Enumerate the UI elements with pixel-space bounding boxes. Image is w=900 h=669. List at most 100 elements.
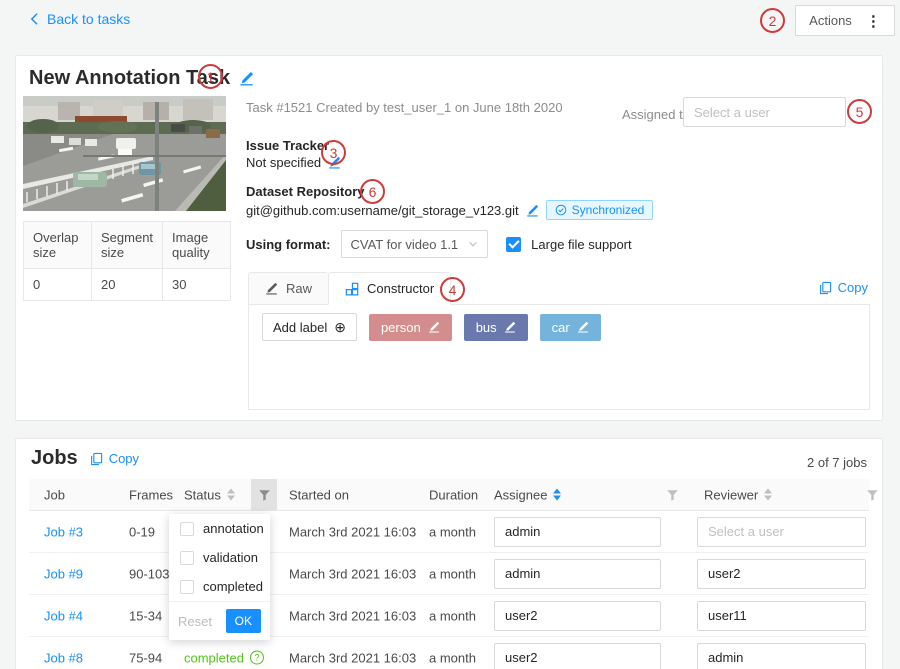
dataset-repository-label: Dataset Repository	[246, 184, 364, 199]
jobs-table: Job Frames Status Started on Duration As…	[29, 479, 869, 669]
task-meta: Task #1521 Created by test_user_1 on Jun…	[246, 100, 563, 115]
jobs-table-header: Job Frames Status Started on Duration As…	[29, 479, 869, 511]
status-filter-icon[interactable]	[251, 479, 277, 511]
started-cell: March 3rd 2021 16:03	[289, 608, 416, 623]
frames-cell: 15-34	[129, 608, 162, 623]
task-detail-card: New Annotation Task 1	[15, 55, 883, 421]
job-link[interactable]: Job #3	[44, 524, 83, 539]
sync-status-badge: Synchronized	[546, 200, 654, 220]
table-row: Job #8 75-94 completed ? March 3rd 2021 …	[29, 637, 869, 669]
checkbox-annotation[interactable]	[180, 522, 194, 536]
param-value-quality: 30	[163, 269, 231, 301]
back-to-tasks-link[interactable]: Back to tasks	[28, 11, 130, 27]
labels-copy-label: Copy	[838, 280, 868, 295]
tab-raw[interactable]: Raw	[248, 272, 328, 305]
param-header-overlap: Overlap size	[24, 222, 92, 269]
label-chip-bus-name: bus	[476, 320, 497, 335]
started-cell: March 3rd 2021 16:03	[289, 650, 416, 665]
assignee-input[interactable]	[494, 601, 661, 631]
status-cell: completed	[184, 650, 244, 665]
large-file-checkbox[interactable]	[506, 237, 521, 252]
using-format-label: Using format:	[246, 237, 331, 252]
checkbox-validation[interactable]	[180, 551, 194, 565]
format-select[interactable]: CVAT for video 1.1	[341, 230, 489, 258]
checkbox-completed[interactable]	[180, 580, 194, 594]
frames-cell: 0-19	[129, 524, 155, 539]
job-link[interactable]: Job #4	[44, 608, 83, 623]
check-circle-icon	[555, 204, 567, 216]
edit-label-icon[interactable]	[428, 321, 440, 333]
tab-constructor-label: Constructor	[367, 281, 434, 296]
tab-constructor[interactable]: Constructor	[328, 272, 451, 305]
copy-icon	[819, 281, 832, 295]
param-header-quality: Image quality	[163, 222, 231, 269]
assignee-select-input[interactable]	[683, 97, 846, 127]
label-chip-car[interactable]: car	[540, 314, 601, 341]
label-chip-bus[interactable]: bus	[464, 314, 528, 341]
job-link[interactable]: Job #9	[44, 566, 83, 581]
repository-url: git@github.com:username/git_storage_v123…	[246, 203, 519, 218]
reviewer-input[interactable]	[697, 559, 866, 589]
duration-cell: a month	[429, 650, 476, 665]
labels-constructor-panel: Add label ⊕ person bus car	[248, 304, 870, 410]
annotation-marker-2: 2	[760, 8, 785, 33]
filter-reset-button[interactable]: Reset	[178, 614, 212, 629]
assignee-filter-icon[interactable]	[659, 479, 685, 511]
annotation-marker-5: 5	[847, 99, 872, 124]
duration-cell: a month	[429, 608, 476, 623]
jobs-copy-button[interactable]: Copy	[90, 451, 139, 466]
reviewer-input[interactable]	[697, 601, 866, 631]
table-row: Job #4 15-34 March 3rd 2021 16:03 a mont…	[29, 595, 869, 637]
duration-cell: a month	[429, 566, 476, 581]
reviewer-sort-control[interactable]	[764, 489, 772, 501]
add-label-button[interactable]: Add label ⊕	[262, 313, 357, 341]
started-cell: March 3rd 2021 16:03	[289, 566, 416, 581]
status-sort-control[interactable]	[227, 489, 235, 501]
filter-option-validation[interactable]: validation	[169, 543, 270, 572]
param-header-segment: Segment size	[92, 222, 163, 269]
issue-tracker-label: Issue Tracker	[246, 138, 329, 153]
back-to-tasks-label: Back to tasks	[47, 11, 130, 27]
edit-title-icon[interactable]	[239, 71, 254, 86]
annotation-marker-4: 4	[440, 277, 465, 302]
edit-repository-icon[interactable]	[526, 204, 539, 217]
jobs-copy-label: Copy	[109, 451, 139, 466]
reviewer-input[interactable]	[697, 517, 866, 547]
reviewer-input[interactable]	[697, 643, 866, 669]
filter-option-completed[interactable]: completed	[169, 572, 270, 601]
edit-label-icon[interactable]	[504, 321, 516, 333]
assignee-input[interactable]	[494, 559, 661, 589]
table-row: Job #3 0-19 March 3rd 2021 16:03 a month	[29, 511, 869, 553]
chevron-down-icon	[468, 240, 478, 248]
filter-ok-button[interactable]: OK	[226, 609, 261, 633]
actions-button[interactable]: Actions ⋮	[795, 5, 895, 36]
edit-label-icon[interactable]	[577, 321, 589, 333]
task-params-table: Overlap size Segment size Image quality …	[23, 221, 231, 301]
task-preview-image	[23, 96, 226, 211]
job-link[interactable]: Job #8	[44, 650, 83, 665]
issue-tracker-value: Not specified	[246, 155, 321, 170]
pencil-icon	[265, 282, 278, 295]
filter-option-annotation-label: annotation	[203, 521, 264, 536]
add-label-text: Add label	[273, 320, 327, 335]
filter-option-annotation[interactable]: annotation	[169, 514, 270, 543]
assignee-input[interactable]	[494, 643, 661, 669]
question-circle-icon[interactable]: ?	[250, 651, 264, 665]
assignee-input[interactable]	[494, 517, 661, 547]
filter-option-completed-label: completed	[203, 579, 263, 594]
col-status: Status	[184, 487, 221, 502]
col-assignee: Assignee	[494, 487, 547, 502]
build-blocks-icon	[345, 282, 359, 296]
format-selected-value: CVAT for video 1.1	[351, 237, 459, 252]
annotation-marker-1: 1	[198, 64, 223, 89]
assignee-sort-control[interactable]	[553, 489, 561, 501]
labels-copy-button[interactable]: Copy	[819, 280, 868, 295]
sync-status-label: Synchronized	[572, 203, 645, 217]
jobs-title: Jobs	[31, 447, 78, 470]
param-value-overlap: 0	[24, 269, 92, 301]
col-started: Started on	[289, 487, 349, 502]
label-chip-person[interactable]: person	[369, 314, 452, 341]
reviewer-filter-icon[interactable]	[859, 479, 885, 511]
annotation-marker-3: 3	[321, 140, 346, 165]
frames-cell: 90-103	[129, 566, 169, 581]
